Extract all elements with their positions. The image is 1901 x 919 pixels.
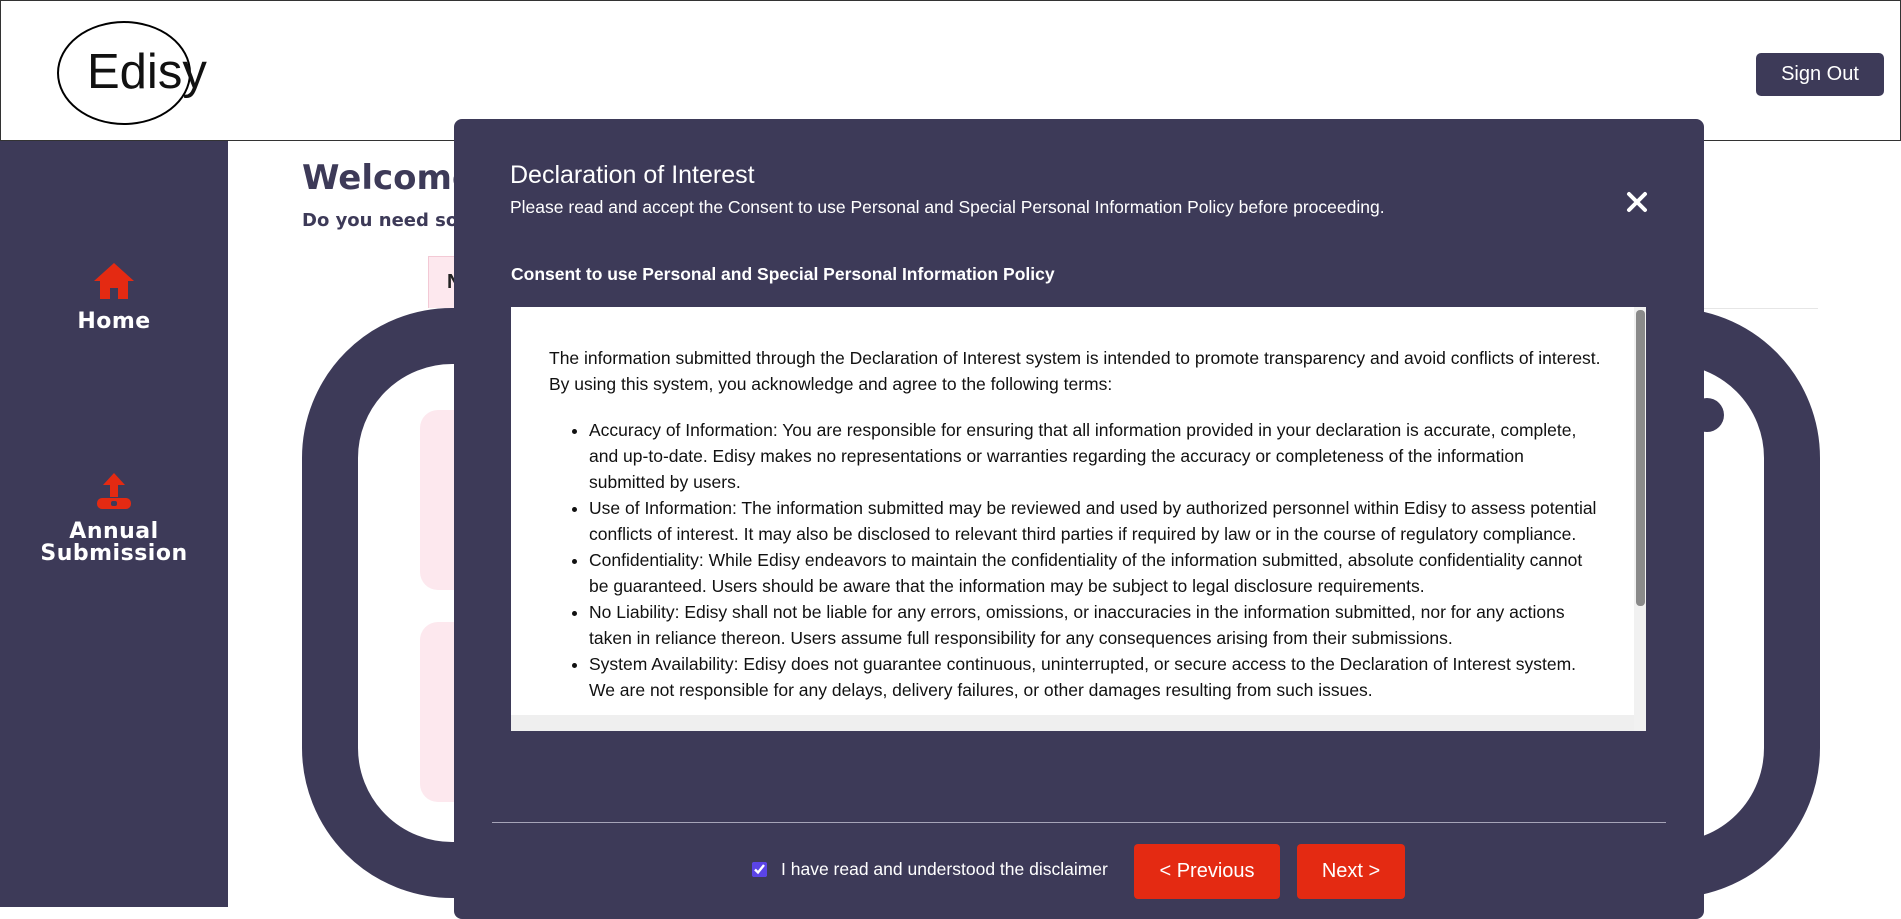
disclaimer-checkbox[interactable]	[752, 862, 767, 877]
terms-list: Accuracy of Information: You are respons…	[549, 417, 1604, 703]
home-icon	[94, 263, 134, 299]
list-item: Accuracy of Information: You are respons…	[589, 417, 1604, 495]
policy-heading: Consent to use Personal and Special Pers…	[511, 264, 1055, 284]
horizontal-scrollbar[interactable]	[511, 715, 1634, 731]
list-item: System Availability: Edisy does not guar…	[589, 651, 1604, 703]
sidebar-item-annual-submission[interactable]: Annual Submission	[0, 471, 228, 565]
sidebar-item-label: Annual Submission	[40, 519, 188, 566]
scrollbar-thumb[interactable]	[1636, 310, 1645, 606]
page-title: Welcome	[302, 158, 476, 198]
policy-text: The information submitted through the De…	[511, 307, 1634, 731]
list-item: Confidentiality: While Edisy endeavors t…	[589, 547, 1604, 599]
sidebar: Home Annual Submission	[0, 141, 228, 907]
close-button[interactable]	[1622, 187, 1652, 217]
modal-title: Declaration of Interest	[510, 161, 755, 189]
vertical-scrollbar[interactable]	[1634, 307, 1646, 731]
next-button[interactable]: Next >	[1297, 844, 1405, 899]
upload-icon	[97, 473, 131, 509]
modal-divider	[492, 822, 1666, 823]
policy-scroll-area[interactable]: The information submitted through the De…	[511, 307, 1646, 731]
help-text: Do you need so	[302, 210, 459, 231]
list-item: No Liability: Edisy shall not be liable …	[589, 599, 1604, 651]
previous-button[interactable]: < Previous	[1134, 844, 1280, 899]
modal-subtitle: Please read and accept the Consent to us…	[510, 197, 1385, 217]
list-item: Use of Information: The information subm…	[589, 495, 1604, 547]
declaration-modal: Declaration of Interest Please read and …	[454, 119, 1704, 919]
disclaimer-label: I have read and understood the disclaime…	[781, 859, 1108, 879]
sidebar-item-home[interactable]: Home	[0, 261, 228, 333]
sidebar-item-label: Home	[77, 309, 151, 334]
close-icon	[1627, 192, 1647, 212]
disclaimer-checkbox-row[interactable]: I have read and understood the disclaime…	[752, 859, 1108, 880]
sign-out-button[interactable]: Sign Out	[1756, 53, 1884, 96]
policy-intro: The information submitted through the De…	[549, 348, 1601, 394]
logo: Edisy	[87, 45, 207, 99]
